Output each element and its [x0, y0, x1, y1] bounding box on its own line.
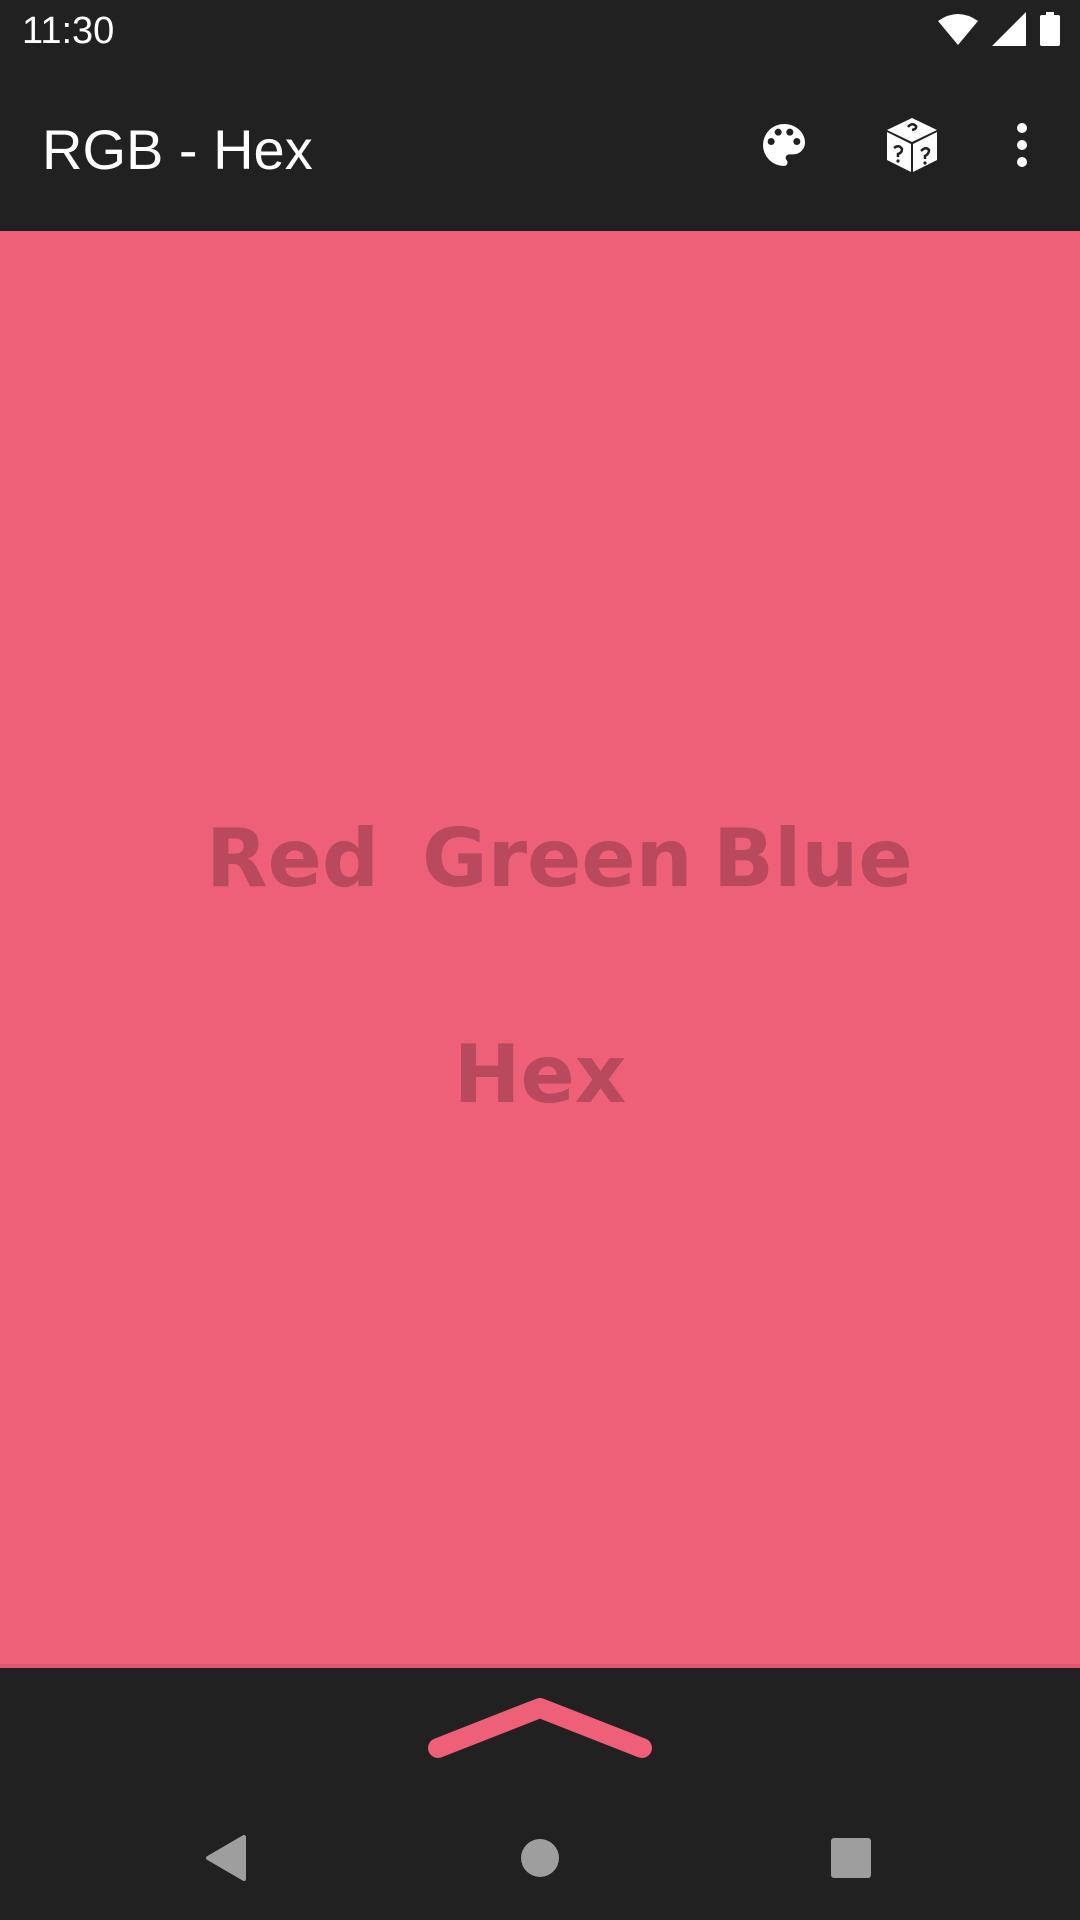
app-bar: RGB - Hex	[0, 63, 1080, 231]
expand-panel-button[interactable]	[428, 1698, 652, 1768]
status-time: 11:30	[22, 10, 115, 52]
hex-label[interactable]: Hex	[0, 1028, 1080, 1121]
recents-button[interactable]	[811, 1820, 891, 1900]
back-icon	[204, 1835, 248, 1885]
bottom-panel	[0, 1668, 1080, 1798]
recents-icon	[830, 1837, 872, 1883]
more-vert-icon	[1016, 122, 1028, 172]
status-bar: 11:30	[0, 0, 1080, 63]
overflow-menu-button[interactable]	[990, 115, 1054, 179]
home-icon	[520, 1838, 560, 1882]
blue-channel-label[interactable]: Blue	[713, 812, 913, 905]
home-button[interactable]	[500, 1820, 580, 1900]
battery-icon	[1040, 12, 1060, 50]
system-nav-bar	[0, 1798, 1080, 1920]
palette-icon	[756, 117, 812, 177]
dice-icon	[885, 116, 939, 178]
color-preview	[0, 231, 1080, 1668]
red-channel-label[interactable]: Red	[206, 812, 379, 905]
palette-button[interactable]	[752, 115, 816, 179]
signal-icon	[992, 12, 1026, 50]
rgb-channel-row: Red Green Blue	[0, 812, 1080, 912]
app-title: RGB - Hex	[42, 118, 313, 181]
wifi-icon	[938, 13, 978, 49]
green-channel-label[interactable]: Green	[422, 812, 693, 905]
chevron-up-icon	[428, 1698, 652, 1772]
status-icons	[938, 12, 1060, 50]
random-color-button[interactable]	[880, 115, 944, 179]
back-button[interactable]	[186, 1820, 266, 1900]
